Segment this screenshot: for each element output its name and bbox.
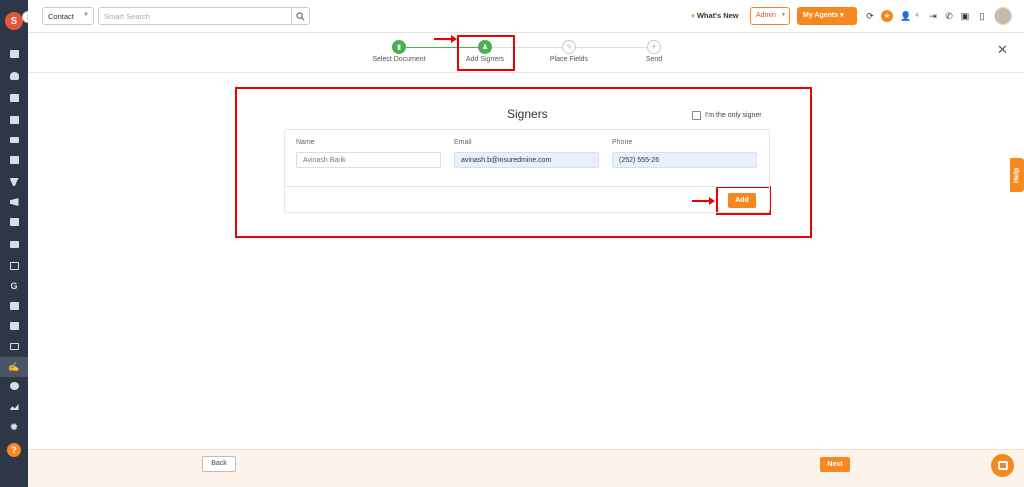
help-tab[interactable]: Help [1010,158,1024,192]
filter-icon[interactable] [0,172,28,192]
signer-card [284,129,770,213]
close-icon[interactable]: ✕ [997,42,1008,58]
list-icon[interactable] [0,130,28,150]
contacts-icon[interactable] [0,66,28,86]
settings-icon[interactable]: ✹ [0,417,28,437]
step-select-document-label: Select Document [372,56,426,63]
whats-new-label: What's New [696,11,739,20]
analytics-icon[interactable] [0,397,28,417]
phone-field[interactable]: (252) 555-26 [612,152,757,168]
documents-icon[interactable] [0,88,28,108]
search-button[interactable] [292,7,310,25]
email-label: Email [454,139,472,146]
whats-new-link[interactable]: ♦ What's New [691,11,739,20]
help-tab-label: Help [1013,167,1021,183]
step-select-document-icon[interactable]: ▮ [392,40,406,54]
search-icon [296,11,305,20]
footer [28,449,1024,487]
megaphone-icon[interactable] [0,192,28,212]
next-button[interactable]: Next [820,457,850,472]
avatar[interactable] [994,7,1012,25]
back-button[interactable]: Back [202,456,236,472]
dollar-icon[interactable] [0,376,28,396]
notification-count: 4 [915,13,919,19]
step-place-fields-label: Place Fields [549,56,589,63]
step-place-fields-icon[interactable]: ✎ [562,40,576,54]
mobile-icon[interactable]: ▯ [976,10,988,22]
calculator-icon[interactable] [0,296,28,316]
annotation-arrow [434,35,457,43]
only-signer-label: I'm the only signer [705,112,762,119]
email-field[interactable]: avinash.b@insuredmine.com [454,152,599,168]
add-signer-button[interactable]: Add [728,193,756,208]
my-agents-label: My Agents [803,12,839,19]
step-connector [576,47,647,48]
divider [285,186,769,187]
folder-icon[interactable] [0,256,28,276]
chat-button[interactable] [991,454,1014,477]
google-icon[interactable]: G [0,276,28,296]
dashboard-icon[interactable] [0,44,28,64]
contact-type-select[interactable]: Contact ▼ [42,7,94,25]
name-label: Name [296,139,315,146]
refresh-icon[interactable]: ⟳ [864,10,876,22]
calendar-icon[interactable] [0,316,28,336]
chip-icon[interactable]: ▣ [959,10,971,22]
search-placeholder: Smart Search [104,12,150,21]
smart-search-input[interactable]: Smart Search [98,7,292,25]
chevron-down-icon: ▼ [781,12,786,18]
logo-icon[interactable]: S [5,12,23,30]
stepper-bar [28,33,1024,73]
admin-dropdown[interactable]: Admin ▼ [750,7,790,25]
mail-icon[interactable] [0,336,28,356]
signature-icon[interactable]: ✍ [0,357,28,377]
help-icon[interactable]: ? [7,443,21,457]
flame-icon: ♦ [691,11,695,20]
bank-icon[interactable] [0,110,28,130]
chat-icon [997,461,1008,470]
phone-icon[interactable]: ✆ [943,10,955,22]
report-icon[interactable] [0,212,28,232]
star-icon[interactable]: ★ [881,10,893,22]
checkbox-icon[interactable] [692,111,701,120]
phone-label: Phone [612,139,633,146]
name-field[interactable]: Avinash Barik [296,152,441,168]
contact-card-icon[interactable] [0,150,28,170]
chevron-down-icon: ▼ [83,12,89,18]
step-send-label: Send [645,56,663,63]
app-root: S G ✍ ✹ ? › Contact ▼ Smart Search ♦What… [0,0,1024,487]
annotation-box-stepper [457,35,515,71]
chart-icon[interactable] [0,234,28,254]
exit-icon[interactable]: ⇥ [927,10,939,22]
contact-select-label: Contact [48,12,74,21]
only-signer-checkbox[interactable]: I'm the only signer [692,111,762,120]
my-agents-button[interactable]: My Agents ▾ [797,7,857,25]
step-send-icon[interactable]: ✈ [647,40,661,54]
sidebar: S G ✍ ✹ ? [0,0,28,487]
admin-label: Admin [756,12,776,19]
signers-title: Signers [507,107,548,121]
